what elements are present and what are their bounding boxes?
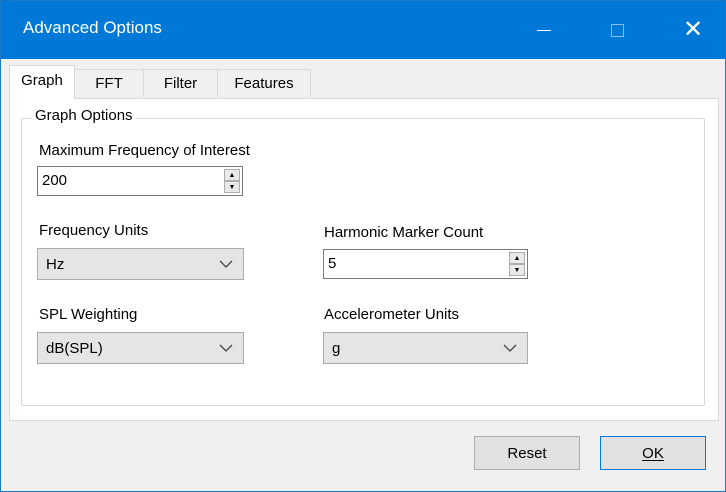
- reset-button[interactable]: Reset: [474, 436, 580, 470]
- harmonic-marker-count-stepper[interactable]: 5 ▲ ▼: [323, 249, 528, 279]
- minimize-button[interactable]: [516, 1, 572, 59]
- spl-weighting-value: dB(SPL): [46, 340, 103, 357]
- close-icon: ✕: [682, 16, 704, 43]
- tab-fft[interactable]: FFT: [74, 69, 144, 97]
- group-title: Graph Options: [32, 107, 136, 124]
- max-frequency-spin-buttons: ▲ ▼: [224, 169, 240, 193]
- max-frequency-label: Maximum Frequency of Interest: [39, 142, 250, 159]
- minimize-icon: [537, 29, 551, 31]
- accelerometer-units-select[interactable]: g: [323, 332, 528, 364]
- tab-graph[interactable]: Graph: [9, 65, 75, 99]
- maximize-button[interactable]: [589, 1, 645, 59]
- close-button[interactable]: ✕: [665, 1, 721, 59]
- ok-button[interactable]: OK: [600, 436, 706, 470]
- advanced-options-dialog: Advanced Options ✕ Graph FFT Filter Feat…: [0, 0, 726, 492]
- chevron-down-icon: [219, 344, 233, 352]
- frequency-units-label: Frequency Units: [39, 222, 149, 239]
- window-title: Advanced Options: [23, 18, 162, 37]
- spin-down-icon[interactable]: ▼: [224, 181, 240, 193]
- tab-filter[interactable]: Filter: [143, 69, 218, 97]
- ok-button-label: OK: [642, 444, 664, 462]
- max-frequency-stepper[interactable]: 200 ▲ ▼: [37, 166, 243, 196]
- harmonic-marker-spin-buttons: ▲ ▼: [509, 252, 525, 276]
- title-bar[interactable]: Advanced Options ✕: [1, 1, 725, 59]
- accelerometer-units-label: Accelerometer Units: [324, 306, 460, 323]
- spin-up-icon[interactable]: ▲: [509, 252, 525, 264]
- tab-strip: Graph FFT Filter Features: [9, 65, 719, 99]
- harmonic-marker-count-label: Harmonic Marker Count: [324, 224, 484, 241]
- harmonic-marker-count-value: 5: [328, 255, 337, 272]
- max-frequency-value: 200: [42, 172, 68, 189]
- chevron-down-icon: [503, 344, 517, 352]
- frequency-units-value: Hz: [46, 256, 65, 273]
- spl-weighting-select[interactable]: dB(SPL): [37, 332, 244, 364]
- chevron-down-icon: [219, 260, 233, 268]
- spin-down-icon[interactable]: ▼: [509, 264, 525, 276]
- accelerometer-units-value: g: [332, 340, 341, 357]
- spl-weighting-label: SPL Weighting: [39, 306, 138, 323]
- maximize-icon: [610, 23, 624, 37]
- frequency-units-select[interactable]: Hz: [37, 248, 244, 280]
- spin-up-icon[interactable]: ▲: [224, 169, 240, 181]
- tab-features[interactable]: Features: [217, 69, 311, 97]
